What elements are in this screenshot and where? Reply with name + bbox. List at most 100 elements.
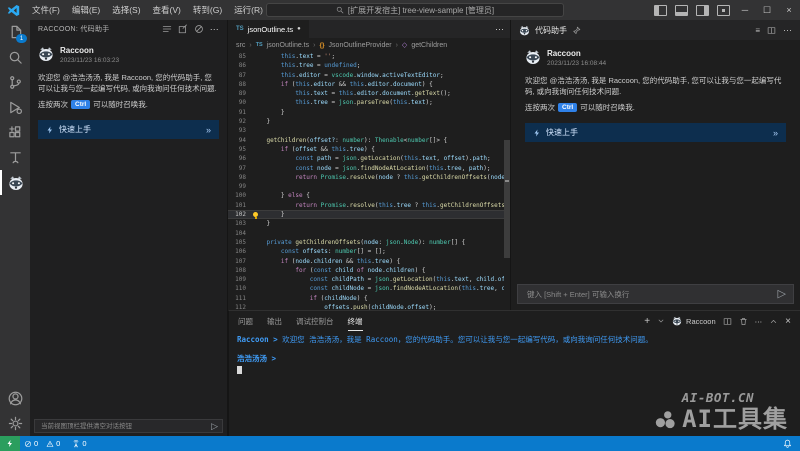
toggle-secondary-sidebar-icon[interactable]	[696, 5, 709, 16]
bell-icon[interactable]	[783, 439, 792, 448]
panel-tab-问题[interactable]: 问题	[238, 312, 253, 331]
code-line[interactable]: 90 this.tree = json.parseTree(this.text)…	[228, 98, 504, 107]
terminal-profile[interactable]: Raccoon	[672, 316, 716, 326]
sidebar-item-raccoon[interactable]	[0, 170, 30, 195]
menu-item[interactable]: 文件(F)	[26, 4, 66, 16]
forward-arrow-icon[interactable]: →	[255, 5, 265, 16]
remote-indicator[interactable]	[0, 436, 20, 451]
line-number[interactable]: 112	[228, 303, 252, 310]
line-number[interactable]: 91	[228, 108, 252, 117]
line-number[interactable]: 97	[228, 164, 252, 173]
new-terminal-plus-icon[interactable]: +	[644, 316, 650, 327]
code-line[interactable]: 109 const childPath = json.getLocation(t…	[228, 275, 504, 284]
more-icon[interactable]: ⋯	[783, 25, 792, 36]
panel-tab-终端[interactable]: 终端	[348, 312, 363, 331]
code-line[interactable]: 88 if (this.editor && this.editor.docume…	[228, 80, 504, 89]
line-number[interactable]: 105	[228, 238, 252, 247]
back-arrow-icon[interactable]: ←	[237, 5, 247, 16]
quick-start-button[interactable]: 快速上手 »	[38, 120, 219, 139]
ports-status[interactable]: 0	[68, 439, 90, 448]
code-line[interactable]: 94 getChildren(offset?: number): Thenabl…	[228, 136, 504, 145]
panel-tab-title[interactable]: 代码助手	[535, 25, 567, 36]
sidebar-item-source-control[interactable]	[0, 70, 30, 95]
maximize-button[interactable]: ☐	[756, 0, 778, 20]
chevron-up-icon[interactable]	[769, 317, 778, 326]
breadcrumb-method[interactable]: getChildren	[411, 42, 447, 49]
line-number[interactable]: 94	[228, 136, 252, 145]
code-line[interactable]: 96 const path = json.getLocation(this.te…	[228, 154, 504, 163]
code-line[interactable]: 87 this.editor = vscode.window.activeTex…	[228, 71, 504, 80]
panel-tab-调试控制台[interactable]: 调试控制台	[296, 312, 334, 331]
command-center-search[interactable]: [扩展开发宿主] tree-view-sample [管理员]	[266, 3, 564, 17]
split-terminal-icon[interactable]	[723, 317, 732, 326]
line-number[interactable]: 87	[228, 71, 252, 80]
line-number[interactable]: 89	[228, 89, 252, 98]
line-number[interactable]: 102	[228, 210, 252, 219]
quick-start-button[interactable]: 快速上手 »	[525, 123, 786, 142]
code-line[interactable]: 106 const offsets: number[] = [];	[228, 247, 504, 256]
line-number[interactable]: 98	[228, 173, 252, 182]
customize-layout-icon[interactable]	[717, 5, 730, 16]
sidebar-item-search[interactable]	[0, 45, 30, 70]
line-number[interactable]: 108	[228, 266, 252, 275]
menu-item[interactable]: 选择(S)	[106, 4, 146, 16]
code-line[interactable]: 110 const childNode = json.findNodeAtLoc…	[228, 284, 504, 293]
sidebar-item-tree-view[interactable]	[0, 145, 30, 170]
line-number[interactable]: 101	[228, 201, 252, 210]
code-line[interactable]: 97 const node = json.findNodeAtLocation(…	[228, 164, 504, 173]
breadcrumb-src[interactable]: src	[236, 42, 245, 49]
more-icon[interactable]: ⋯	[755, 317, 763, 326]
sidebar-item-run-debug[interactable]	[0, 95, 30, 120]
toggle-panel-icon[interactable]	[675, 5, 688, 16]
line-number[interactable]: 96	[228, 154, 252, 163]
panel-tab-输出[interactable]: 输出	[267, 312, 282, 331]
code-line[interactable]: 98 return Promise.resolve(node ? this.ge…	[228, 173, 504, 182]
breadcrumb-file[interactable]: jsonOutline.ts	[267, 42, 309, 49]
code-line[interactable]: 108 for (const child of node.children) {	[228, 266, 504, 275]
code-editor[interactable]: 85 this.text = '';86 this.tree = undefin…	[228, 52, 504, 310]
line-number[interactable]: 104	[228, 229, 252, 238]
errors-status[interactable]: 0	[20, 439, 42, 448]
sidebar-item-extensions[interactable]	[0, 120, 30, 145]
pin-icon[interactable]	[572, 26, 581, 35]
code-line[interactable]: 92 }	[228, 117, 504, 126]
code-line[interactable]: 102 }	[228, 210, 504, 219]
code-line[interactable]: 111 if (childNode) {	[228, 294, 504, 303]
list-icon[interactable]	[162, 24, 172, 34]
minimize-button[interactable]: ─	[734, 0, 756, 20]
editor-actions-more-icon[interactable]: ⋯	[495, 20, 510, 38]
close-panel-icon[interactable]: ×	[785, 316, 791, 327]
code-line[interactable]: 99	[228, 182, 504, 191]
menu-item[interactable]: 查看(V)	[147, 4, 187, 16]
code-line[interactable]: 91 }	[228, 108, 504, 117]
sidebar-item-settings[interactable]	[0, 411, 30, 436]
code-line[interactable]: 95 if (offset && this.tree) {	[228, 145, 504, 154]
line-number[interactable]: 92	[228, 117, 252, 126]
line-number[interactable]: 86	[228, 61, 252, 70]
line-number[interactable]: 99	[228, 182, 252, 191]
line-number[interactable]: 107	[228, 257, 252, 266]
code-line[interactable]: 105 private getChildrenOffsets(node: jso…	[228, 238, 504, 247]
line-number[interactable]: 95	[228, 145, 252, 154]
send-icon[interactable]: ▷	[211, 422, 218, 431]
line-number[interactable]: 111	[228, 294, 252, 303]
sidebar-item-account[interactable]	[0, 386, 30, 411]
close-button[interactable]: ×	[778, 0, 800, 20]
editor-tab-jsonoutline[interactable]: TS jsonOutline.ts ●	[228, 20, 309, 38]
line-number[interactable]: 88	[228, 80, 252, 89]
line-number[interactable]: 90	[228, 98, 252, 107]
menu-item[interactable]: 转到(G)	[187, 4, 228, 16]
line-number[interactable]: 109	[228, 275, 252, 284]
line-number[interactable]: 110	[228, 284, 252, 293]
trash-icon[interactable]	[739, 317, 748, 326]
code-line[interactable]: 86 this.tree = undefined;	[228, 61, 504, 70]
code-line[interactable]: 104	[228, 229, 504, 238]
list-icon[interactable]: ≡	[755, 26, 760, 35]
code-line[interactable]: 107 if (node.children && this.tree) {	[228, 257, 504, 266]
code-line[interactable]: 100 } else {	[228, 191, 504, 200]
menu-item[interactable]: 编辑(E)	[66, 4, 106, 16]
line-number[interactable]: 106	[228, 247, 252, 256]
sidebar-item-explorer[interactable]: 1	[0, 20, 30, 45]
line-number[interactable]: 85	[228, 52, 252, 61]
line-number[interactable]: 93	[228, 126, 252, 135]
